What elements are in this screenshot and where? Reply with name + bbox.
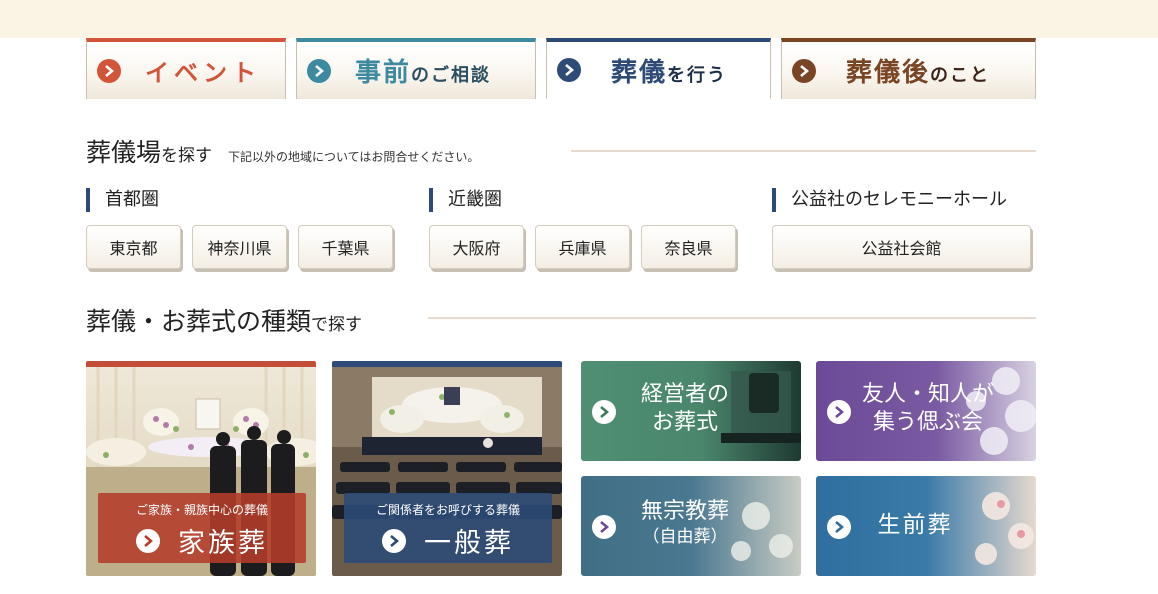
- chevron-right-icon: [382, 528, 406, 553]
- area-title: 首都圏: [86, 188, 406, 212]
- area-title: 近畿圏: [429, 188, 749, 212]
- chevron-right-icon: [592, 515, 616, 539]
- memorial-gathering-label: 友人・知人が 集う偲ぶ会: [858, 381, 998, 437]
- tab-consult-label: 事前のご相談: [355, 52, 491, 89]
- general-funeral-title: 一般葬: [424, 528, 514, 559]
- prefecture-button-chiba[interactable]: 千葉県: [298, 225, 393, 269]
- chevron-right-icon: [592, 400, 616, 424]
- tab-event-big: イベント: [145, 58, 261, 87]
- tab-funeral[interactable]: 葬儀を行う: [546, 38, 771, 99]
- venue-search-heading: 葬儀場 を探す 下記以外の地域についてはお問合せください。: [86, 133, 479, 169]
- tab-after[interactable]: 葬儀後のこと: [781, 38, 1036, 99]
- family-funeral-label-box: ご家族・親族中心の葬儀 家族葬: [98, 493, 306, 563]
- chevron-right-icon: [307, 58, 331, 83]
- card-family-funeral[interactable]: ご家族・親族中心の葬儀 家族葬: [86, 361, 316, 576]
- venue-heading-big: 葬儀場: [86, 138, 162, 167]
- tab-consult[interactable]: 事前のご相談: [296, 38, 536, 99]
- chevron-right-icon: [97, 58, 121, 83]
- card-memorial-gathering[interactable]: 友人・知人が 集う偲ぶ会: [816, 361, 1036, 461]
- venue-heading-small: を探す: [161, 146, 213, 166]
- top-header-band: [0, 0, 1158, 38]
- chevron-right-icon: [557, 58, 581, 82]
- tab-funeral-label: 葬儀を行う: [611, 52, 727, 89]
- tab-consult-small: のご相談: [411, 65, 492, 86]
- nonreligious-funeral-label: 無宗教葬 （自由葬）: [625, 498, 745, 548]
- venue-heading-note: 下記以外の地域についてはお問合せください。: [228, 150, 480, 164]
- general-funeral-label-box: ご関係者をお呼びする葬儀 一般葬: [344, 493, 552, 563]
- card-general-funeral[interactable]: ご関係者をお呼びする葬儀 一般葬: [332, 361, 562, 576]
- card-executive-funeral[interactable]: 経営者の お葬式: [581, 361, 801, 461]
- family-funeral-title: 家族葬: [178, 528, 268, 559]
- tab-event-label: イベント: [145, 53, 261, 88]
- card-nonreligious-funeral[interactable]: 無宗教葬 （自由葬）: [581, 476, 801, 576]
- executive-funeral-label: 経営者の お葬式: [625, 381, 745, 437]
- chevron-right-icon: [792, 58, 816, 83]
- nonreligious-funeral-line1: 無宗教葬: [640, 499, 729, 524]
- family-funeral-title-row: 家族葬: [98, 521, 306, 560]
- prefecture-button-kanagawa[interactable]: 神奈川県: [192, 225, 287, 269]
- tab-after-label: 葬儀後のこと: [846, 52, 990, 89]
- card-living-funeral[interactable]: 生前葬: [816, 476, 1036, 576]
- main-nav-tabs: イベント 事前のご相談 葬儀を行う 葬儀後のこと: [86, 38, 1036, 99]
- memorial-gathering-line1: 友人・知人が: [861, 382, 994, 407]
- living-funeral-line1: 生前葬: [877, 512, 953, 538]
- prefecture-button-nara[interactable]: 奈良県: [641, 225, 736, 269]
- type-heading-big: 葬儀・お葬式の種類: [86, 307, 312, 336]
- chevron-right-icon: [827, 400, 851, 424]
- family-funeral-subtitle: ご家族・親族中心の葬儀: [135, 503, 268, 517]
- nonreligious-funeral-line2: （自由葬）: [642, 527, 728, 547]
- prefecture-button-tokyo[interactable]: 東京都: [86, 225, 181, 269]
- executive-funeral-line2: お葬式: [651, 410, 718, 435]
- executive-funeral-line1: 経営者の: [640, 382, 729, 407]
- tab-funeral-big: 葬儀: [611, 57, 668, 88]
- tab-after-big: 葬儀後: [846, 58, 931, 88]
- chevron-right-icon: [827, 515, 851, 539]
- memorial-gathering-line2: 集う偲ぶ会: [872, 410, 983, 435]
- type-heading-rule: [428, 317, 1036, 319]
- area-kinki: 近畿圏 大阪府 兵庫県 奈良県: [429, 188, 749, 273]
- area-ceremony-hall: 公益社のセレモニーホール 公益社会館: [772, 188, 1037, 273]
- type-heading-small: で探す: [311, 315, 363, 335]
- prefecture-button-hyogo[interactable]: 兵庫県: [535, 225, 630, 269]
- tab-event[interactable]: イベント: [86, 38, 286, 99]
- general-funeral-subtitle: ご関係者をお呼びする葬儀: [375, 503, 520, 517]
- tab-after-small: のこと: [930, 65, 991, 86]
- venue-heading-rule: [571, 150, 1036, 152]
- general-funeral-title-row: 一般葬: [344, 521, 552, 560]
- tab-consult-big: 事前: [355, 58, 412, 88]
- prefecture-button-osaka[interactable]: 大阪府: [429, 225, 524, 269]
- area-shutoken: 首都圏 東京都 神奈川県 千葉県: [86, 188, 406, 273]
- chevron-right-icon: [136, 528, 160, 553]
- living-funeral-label: 生前葬: [860, 510, 970, 540]
- hall-button-koekisha[interactable]: 公益社会館: [772, 225, 1031, 269]
- type-search-heading: 葬儀・お葬式の種類 で探す: [86, 302, 362, 338]
- area-title: 公益社のセレモニーホール: [772, 188, 1037, 212]
- tab-funeral-small: を行う: [667, 64, 728, 86]
